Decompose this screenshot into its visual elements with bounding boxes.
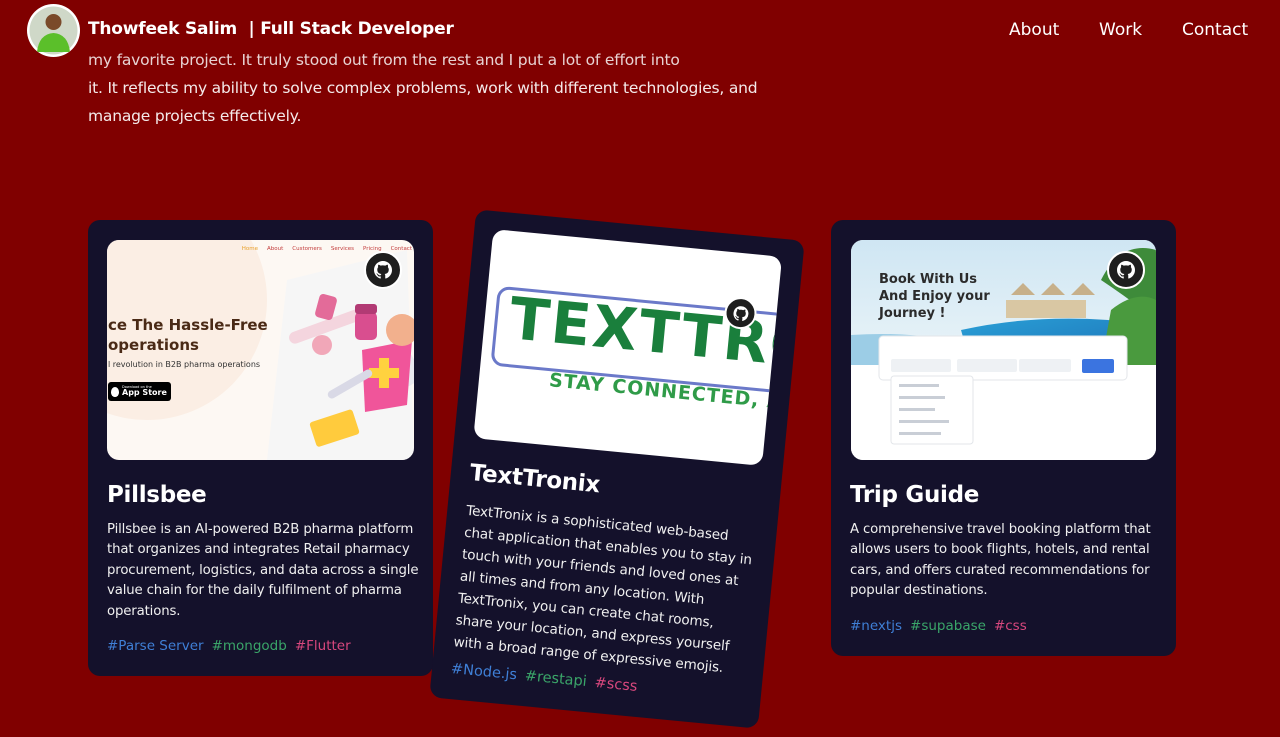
mock-nav-item: Contact bbox=[390, 246, 412, 252]
project-tags: #Parse Server #mongodb #Flutter bbox=[107, 638, 351, 654]
nav-contact[interactable]: Contact bbox=[1182, 20, 1248, 40]
nav-work[interactable]: Work bbox=[1099, 20, 1142, 40]
github-link-button[interactable] bbox=[364, 251, 402, 289]
project-title: Trip Guide bbox=[850, 482, 980, 508]
project-card-texttronix[interactable]: TEXTTRO STAY CONNECTED, A TextTronix Tex… bbox=[429, 209, 805, 729]
project-screenshot[interactable]: Home About Customers Services Pricing Co… bbox=[107, 240, 414, 460]
mock-headline-3: Journey ! bbox=[879, 306, 946, 321]
intro-line-2: manage projects effectively. bbox=[88, 107, 302, 125]
intro-line-partial: my favorite project. It truly stood out … bbox=[88, 51, 680, 69]
mock-nav-item: Customers bbox=[292, 246, 322, 252]
app-store-badge-big: App Store bbox=[122, 388, 167, 398]
mock-headline-1: Book With Us bbox=[879, 272, 978, 287]
mock-subline: l revolution in B2B pharma operations bbox=[108, 360, 261, 369]
project-title: TextTronix bbox=[468, 459, 602, 499]
project-card-pillsbee[interactable]: Home About Customers Services Pricing Co… bbox=[88, 220, 433, 676]
mock-nav-item: Home bbox=[241, 246, 258, 252]
mock-headline-2: operations bbox=[108, 336, 199, 354]
tag: #supabase bbox=[910, 618, 986, 634]
site-brand[interactable]: Thowfeek Salim | Full Stack Developer bbox=[88, 19, 454, 39]
project-screenshot[interactable]: TEXTTRO STAY CONNECTED, A bbox=[473, 229, 783, 466]
tag: #Parse Server bbox=[107, 638, 204, 654]
project-title: Pillsbee bbox=[107, 482, 207, 508]
apple-icon bbox=[111, 386, 119, 397]
project-card-trip-guide[interactable]: Book With Us And Enjoy your Journey ! Tr… bbox=[831, 220, 1176, 656]
github-link-button[interactable] bbox=[1107, 251, 1145, 289]
intro-line-1: it. It reflects my ability to solve comp… bbox=[88, 79, 758, 97]
project-screenshot[interactable]: Book With Us And Enjoy your Journey ! bbox=[851, 240, 1156, 460]
github-icon bbox=[374, 261, 392, 279]
mock-headline-2: And Enjoy your bbox=[879, 289, 990, 304]
tag: #scss bbox=[593, 674, 639, 695]
avatar[interactable] bbox=[27, 4, 80, 57]
tag: #nextjs bbox=[850, 618, 903, 634]
github-icon bbox=[1117, 261, 1135, 279]
app-store-badge: Download on the App Store bbox=[108, 382, 171, 401]
tag: #Flutter bbox=[294, 638, 351, 654]
mock-headline-1: ce The Hassle-Free bbox=[108, 316, 268, 334]
tag: #Node.js bbox=[450, 661, 518, 684]
mock-nav-item: About bbox=[266, 246, 284, 252]
mock-nav-item: Services bbox=[330, 246, 355, 252]
project-tags: #nextjs #supabase #css bbox=[850, 618, 1027, 634]
nav-about[interactable]: About bbox=[1009, 20, 1059, 40]
work-intro: my favorite project. It truly stood out … bbox=[88, 51, 808, 130]
tag: #css bbox=[993, 618, 1027, 634]
app-store-badge-text: Download on the App Store bbox=[122, 385, 167, 398]
github-icon bbox=[733, 305, 748, 321]
tag: #mongodb bbox=[211, 638, 287, 654]
tag: #restapi bbox=[524, 668, 588, 691]
project-description: TextTronix is a sophisticated web-based … bbox=[452, 502, 753, 677]
project-description: Pillsbee is an AI-powered B2B pharma pla… bbox=[107, 522, 419, 619]
project-description: A comprehensive travel booking platform … bbox=[850, 522, 1151, 599]
